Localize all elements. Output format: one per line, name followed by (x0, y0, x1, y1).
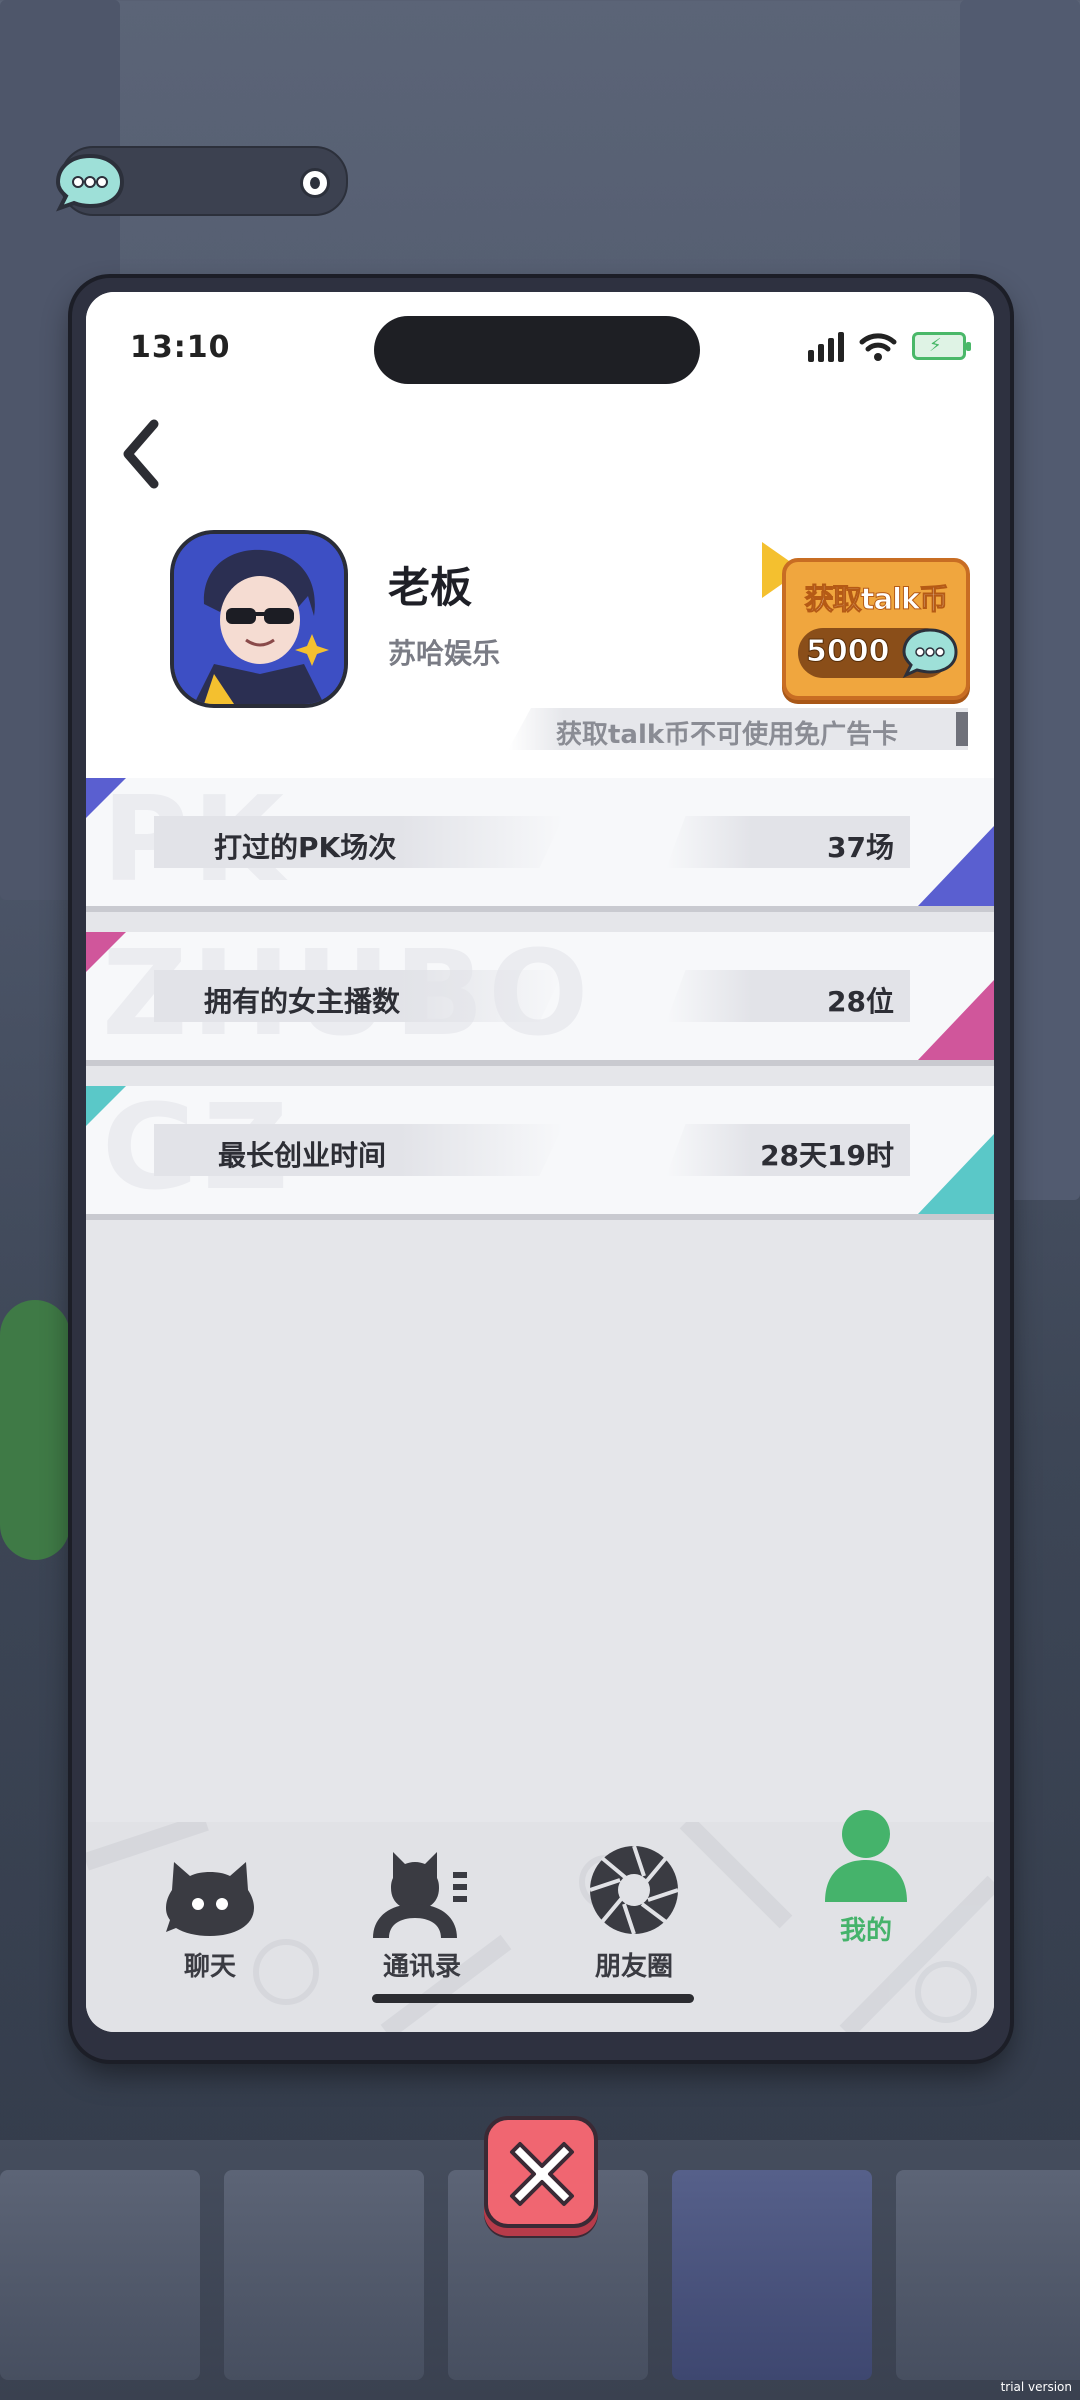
nav-me[interactable]: 我的 (806, 1806, 926, 1956)
stat-corner (86, 932, 126, 972)
stat-stripe (918, 980, 994, 1060)
stat-label: 最长创业时间 (218, 1139, 387, 1172)
avatar (170, 530, 348, 708)
stat-corner (86, 778, 126, 818)
nav-moments-label: 朋友圈 (594, 1952, 673, 1982)
stat-value: 37场 (827, 831, 894, 864)
nav-contacts-label: 通讯录 (382, 1952, 461, 1982)
user-icon (825, 1810, 907, 1902)
stat-value: 28天19时 (760, 1139, 894, 1172)
close-button[interactable] (484, 2116, 598, 2228)
profile-company: 苏哈娱乐 (388, 637, 501, 670)
stat-label: 打过的PK场次 (214, 831, 397, 864)
stat-value-box: 28天19时 (666, 1124, 910, 1176)
stat-row-streamers: ZHUBO 拥有的女主播数 28位 (86, 932, 994, 1066)
nav-contacts[interactable]: 通讯录 (362, 1842, 482, 1992)
talk-coin-label: 获取talk币 (804, 582, 949, 617)
talk-coin-icon (902, 628, 958, 679)
notice-marker (956, 712, 968, 746)
nav-chat-label: 聊天 (183, 1952, 236, 1982)
stat-label-box: 拥有的女主播数 (154, 970, 564, 1022)
floating-chat-widget[interactable] (55, 146, 348, 216)
contacts-icon (373, 1852, 467, 1938)
back-button[interactable] (114, 410, 174, 500)
eye-icon[interactable] (300, 168, 330, 198)
stat-label: 拥有的女主播数 (204, 985, 401, 1018)
trial-watermark: trial version (1000, 2380, 1072, 2394)
stat-label-box: 最长创业时间 (154, 1124, 564, 1176)
status-icons: ⚡ (808, 326, 971, 366)
nav-me-label: 我的 (839, 1916, 892, 1946)
phone-screen: 13:10 ⚡ 老板 苏哈娱乐 获取talk币 5000 获取talk币不可使用… (86, 292, 994, 2032)
stat-row-business-time: GZ 最长创业时间 28天19时 (86, 1086, 994, 1220)
aperture-icon (589, 1845, 679, 1935)
status-time: 13:10 (130, 330, 231, 365)
stat-value-box: 37场 (666, 816, 910, 868)
battery-icon: ⚡ (912, 332, 971, 360)
stat-label-box: 打过的PK场次 (154, 816, 564, 868)
get-talk-coin-button[interactable]: 获取talk币 5000 (782, 558, 970, 700)
stat-value-box: 28位 (666, 970, 910, 1022)
nav-chat[interactable]: 聊天 (150, 1842, 270, 1992)
talk-coin-amount-box: 5000 (798, 628, 958, 679)
stat-corner (86, 1086, 126, 1126)
notice-text: 获取talk币不可使用免广告卡 (556, 720, 899, 750)
chat-bubble-icon (55, 153, 125, 212)
stat-value: 28位 (827, 985, 894, 1018)
camera-notch (374, 316, 700, 384)
close-icon (510, 2142, 574, 2206)
nav-moments[interactable]: 朋友圈 (574, 1842, 694, 1992)
wifi-icon (859, 333, 897, 361)
notice-bar: 获取talk币不可使用免广告卡 (508, 708, 968, 750)
profile-name: 老板 (388, 563, 473, 612)
stat-stripe (918, 1134, 994, 1214)
stat-row-pk: PK 打过的PK场次 37场 (86, 778, 994, 912)
stat-stripe (918, 826, 994, 906)
home-indicator[interactable] (372, 1994, 694, 2003)
signal-icon (808, 330, 844, 362)
talk-coin-amount: 5000 (806, 634, 890, 670)
cat-chat-icon (166, 1862, 254, 1936)
